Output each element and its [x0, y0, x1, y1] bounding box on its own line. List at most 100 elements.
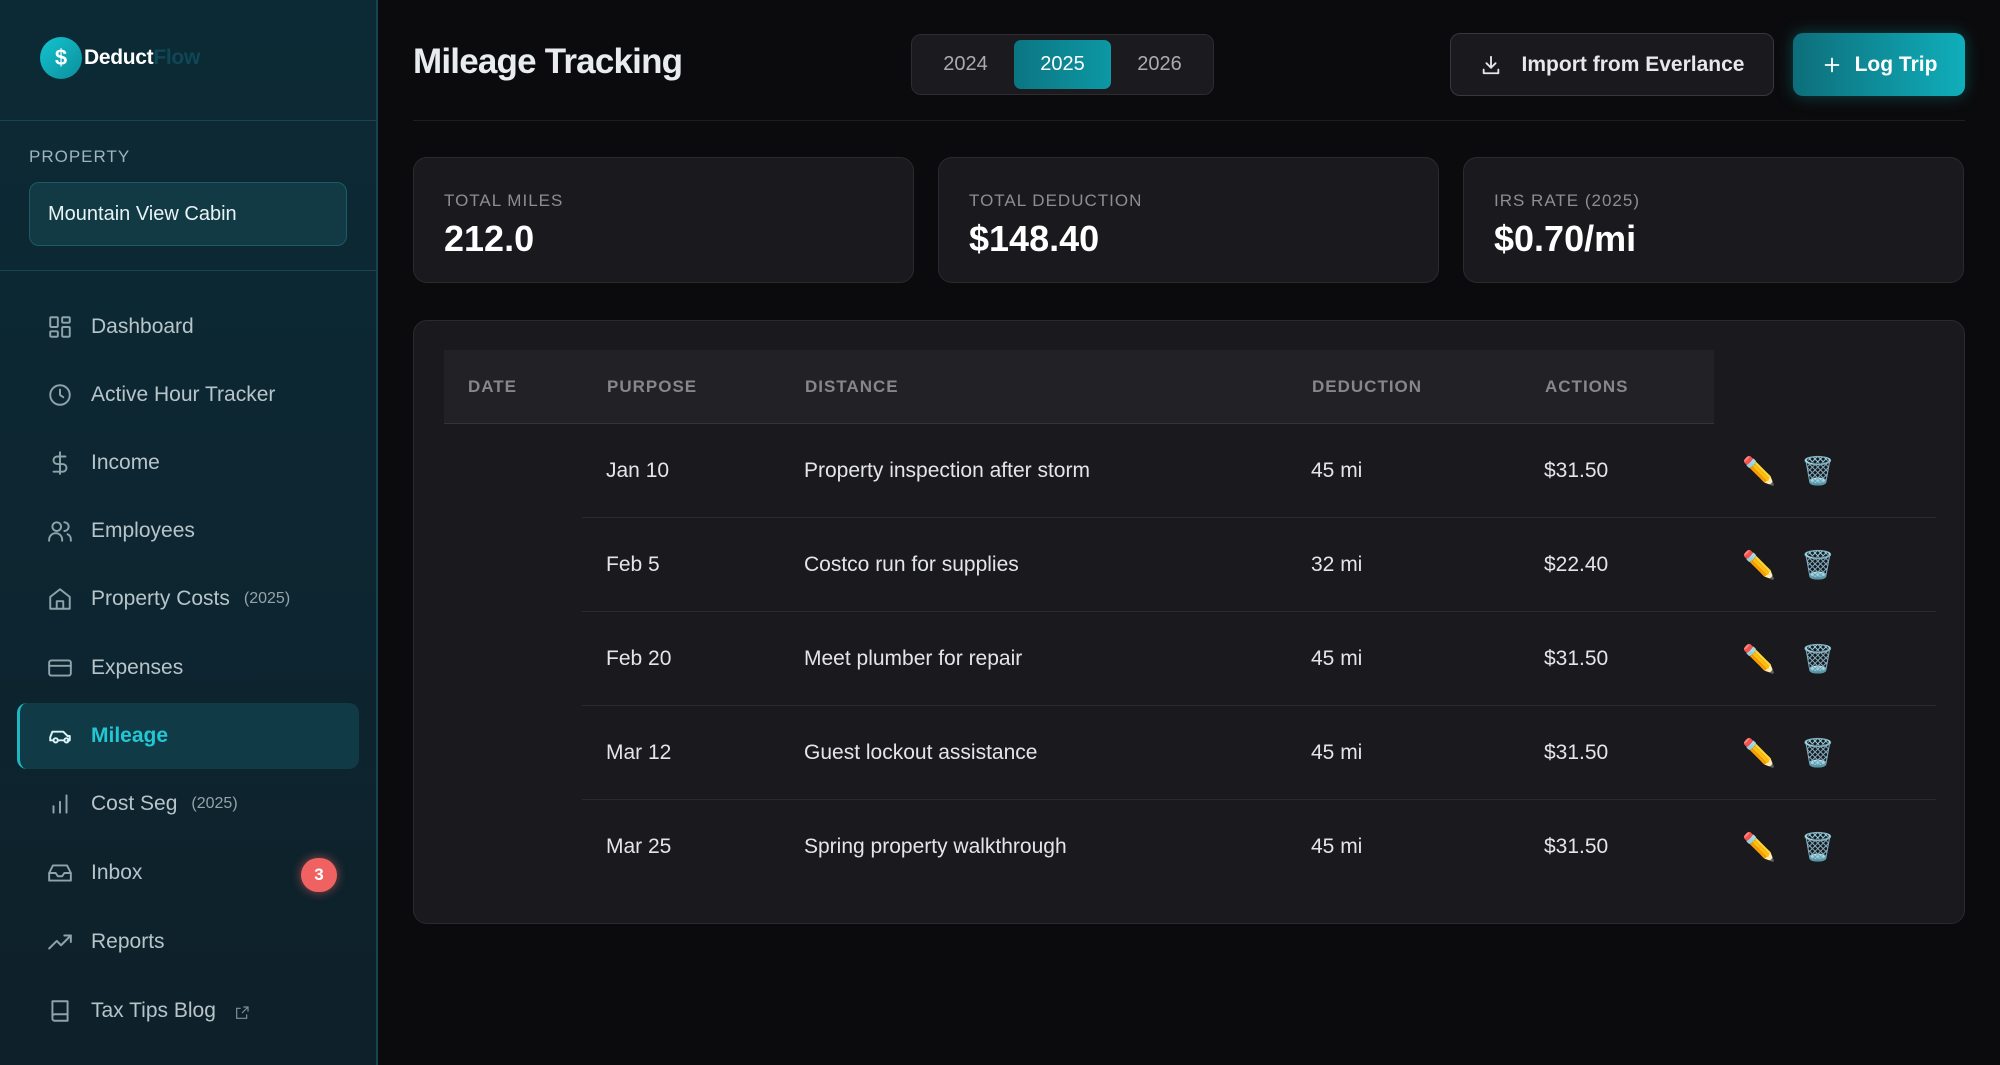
cell-deduction: $31.50 [1544, 835, 1609, 858]
column-header-deduction[interactable]: DEDUCTION [1312, 350, 1422, 424]
sidebar-item-label: Mileage [91, 724, 169, 747]
mileage-table: DATE PURPOSE DISTANCE DEDUCTION ACTIONS … [413, 320, 1965, 924]
inbox-icon [47, 860, 73, 886]
cell-distance: 32 mi [1311, 553, 1363, 576]
brand[interactable]: $ DeductFlow [40, 36, 200, 80]
cell-deduction: $31.50 [1544, 741, 1609, 764]
table-row: Jan 10 Property inspection after storm 4… [414, 424, 1966, 518]
home-icon [47, 586, 73, 612]
brand-name-primary: Deduct [84, 46, 154, 69]
trash-icon[interactable]: 🗑️ [1801, 643, 1835, 675]
users-icon [47, 518, 73, 544]
car-icon [47, 723, 73, 749]
cell-date: Feb 20 [606, 647, 672, 670]
cell-date: Mar 12 [606, 741, 672, 764]
table-row: Feb 20 Meet plumber for repair 45 mi $31… [414, 612, 1966, 706]
divider [0, 270, 376, 271]
cell-deduction: $31.50 [1544, 459, 1609, 482]
stat-card-irs-rate: IRS RATE (2025) $0.70/mi [1463, 157, 1964, 283]
cell-distance: 45 mi [1311, 835, 1363, 858]
sidebar-item-active-hour-tracker[interactable]: Active Hour Tracker [17, 362, 359, 428]
trash-icon[interactable]: 🗑️ [1801, 455, 1835, 487]
stat-card-total-miles: TOTAL MILES 212.0 [413, 157, 914, 283]
sidebar: $ DeductFlow PROPERTY Mountain View Cabi… [0, 0, 378, 1065]
property-selector[interactable]: Mountain View Cabin [29, 182, 347, 246]
stat-label: TOTAL DEDUCTION [969, 191, 1143, 210]
sidebar-item-label: Dashboard [91, 315, 194, 338]
clock-icon [47, 382, 73, 408]
unread-count-badge: 3 [301, 858, 337, 892]
sidebar-item-label: Reports [91, 930, 165, 953]
column-header-date[interactable]: DATE [468, 350, 517, 424]
edit-icon[interactable]: ✏️ [1742, 737, 1776, 769]
header-divider [413, 120, 1965, 121]
edit-icon[interactable]: ✏️ [1742, 643, 1776, 675]
cell-deduction: $22.40 [1544, 553, 1609, 576]
trash-icon[interactable]: 🗑️ [1801, 549, 1835, 581]
cell-date: Jan 10 [606, 459, 670, 482]
brand-name: DeductFlow [84, 46, 200, 70]
table-row: Mar 25 Spring property walkthrough 45 mi… [414, 800, 1966, 894]
stat-label: IRS RATE (2025) [1494, 191, 1641, 210]
tab-year-2026[interactable]: 2026 [1111, 40, 1208, 89]
sidebar-item-employees[interactable]: Employees [17, 498, 359, 564]
column-header-distance[interactable]: DISTANCE [805, 350, 899, 424]
book-icon [47, 998, 73, 1024]
divider [0, 120, 376, 121]
edit-icon[interactable]: ✏️ [1742, 549, 1776, 581]
bar-chart-icon [47, 791, 73, 817]
sidebar-item-label: Employees [91, 519, 195, 542]
cell-purpose: Spring property walkthrough [804, 835, 1067, 858]
sidebar-item-label: Cost Seg [91, 792, 178, 815]
property-label: PROPERTY [29, 147, 131, 166]
year-tag: (2025) [243, 590, 291, 607]
table-row: Mar 12 Guest lockout assistance 45 mi $3… [414, 706, 1966, 800]
cell-date: Mar 25 [606, 835, 672, 858]
cell-purpose: Costco run for supplies [804, 553, 1019, 576]
edit-icon[interactable]: ✏️ [1742, 831, 1776, 863]
log-trip-button[interactable]: Log Trip [1793, 33, 1965, 96]
sidebar-item-label: Active Hour Tracker [91, 383, 276, 406]
sidebar-item-reports[interactable]: Reports [17, 909, 359, 975]
sidebar-item-mileage[interactable]: Mileage [17, 703, 359, 769]
brand-name-secondary: Flow [153, 46, 200, 69]
tab-year-2024[interactable]: 2024 [917, 40, 1014, 89]
sidebar-item-tax-tips-blog[interactable]: Tax Tips Blog [17, 978, 359, 1044]
column-header-purpose[interactable]: PURPOSE [607, 350, 697, 424]
dollar-icon [47, 450, 73, 476]
stat-value: 212.0 [444, 218, 535, 259]
cell-date: Feb 5 [606, 553, 660, 576]
tab-year-2025[interactable]: 2025 [1014, 40, 1111, 89]
sidebar-item-label: Income [91, 451, 160, 474]
stat-label: TOTAL MILES [444, 191, 564, 210]
stat-value: $0.70/mi [1494, 218, 1637, 259]
sidebar-item-cost-seg[interactable]: Cost Seg (2025) [17, 771, 359, 837]
credit-card-icon [47, 655, 73, 681]
sidebar-item-property-costs[interactable]: Property Costs (2025) [17, 566, 359, 632]
sidebar-item-income[interactable]: Income [17, 430, 359, 496]
trash-icon[interactable]: 🗑️ [1801, 831, 1835, 863]
trash-icon[interactable]: 🗑️ [1801, 737, 1835, 769]
trending-up-icon [47, 929, 73, 955]
cell-purpose: Guest lockout assistance [804, 741, 1038, 764]
page-title: Mileage Tracking [413, 42, 683, 81]
sidebar-item-dashboard[interactable]: Dashboard [17, 294, 359, 360]
sidebar-item-inbox[interactable]: Inbox 3 [17, 840, 359, 906]
cell-distance: 45 mi [1311, 741, 1363, 764]
edit-icon[interactable]: ✏️ [1742, 455, 1776, 487]
cell-purpose: Meet plumber for repair [804, 647, 1023, 670]
column-header-actions: ACTIONS [1545, 377, 1629, 396]
dollar-logo-icon: $ [40, 37, 82, 79]
sidebar-item-label: Expenses [91, 656, 184, 679]
table-header: DATE PURPOSE DISTANCE DEDUCTION ACTIONS [444, 350, 1714, 424]
year-selector: 2024 2025 2026 [911, 34, 1214, 95]
year-tag: (2025) [191, 795, 238, 812]
download-icon [1482, 55, 1499, 74]
cell-distance: 45 mi [1311, 459, 1363, 482]
table-row: Feb 5 Costco run for supplies 32 mi $22.… [414, 518, 1966, 612]
external-link-icon [234, 1003, 250, 1019]
sidebar-item-expenses[interactable]: Expenses [17, 635, 359, 701]
sidebar-item-label: Tax Tips Blog [91, 999, 216, 1022]
import-from-everlance-button[interactable]: Import from Everlance [1450, 33, 1774, 96]
stat-value: $148.40 [969, 218, 1100, 259]
